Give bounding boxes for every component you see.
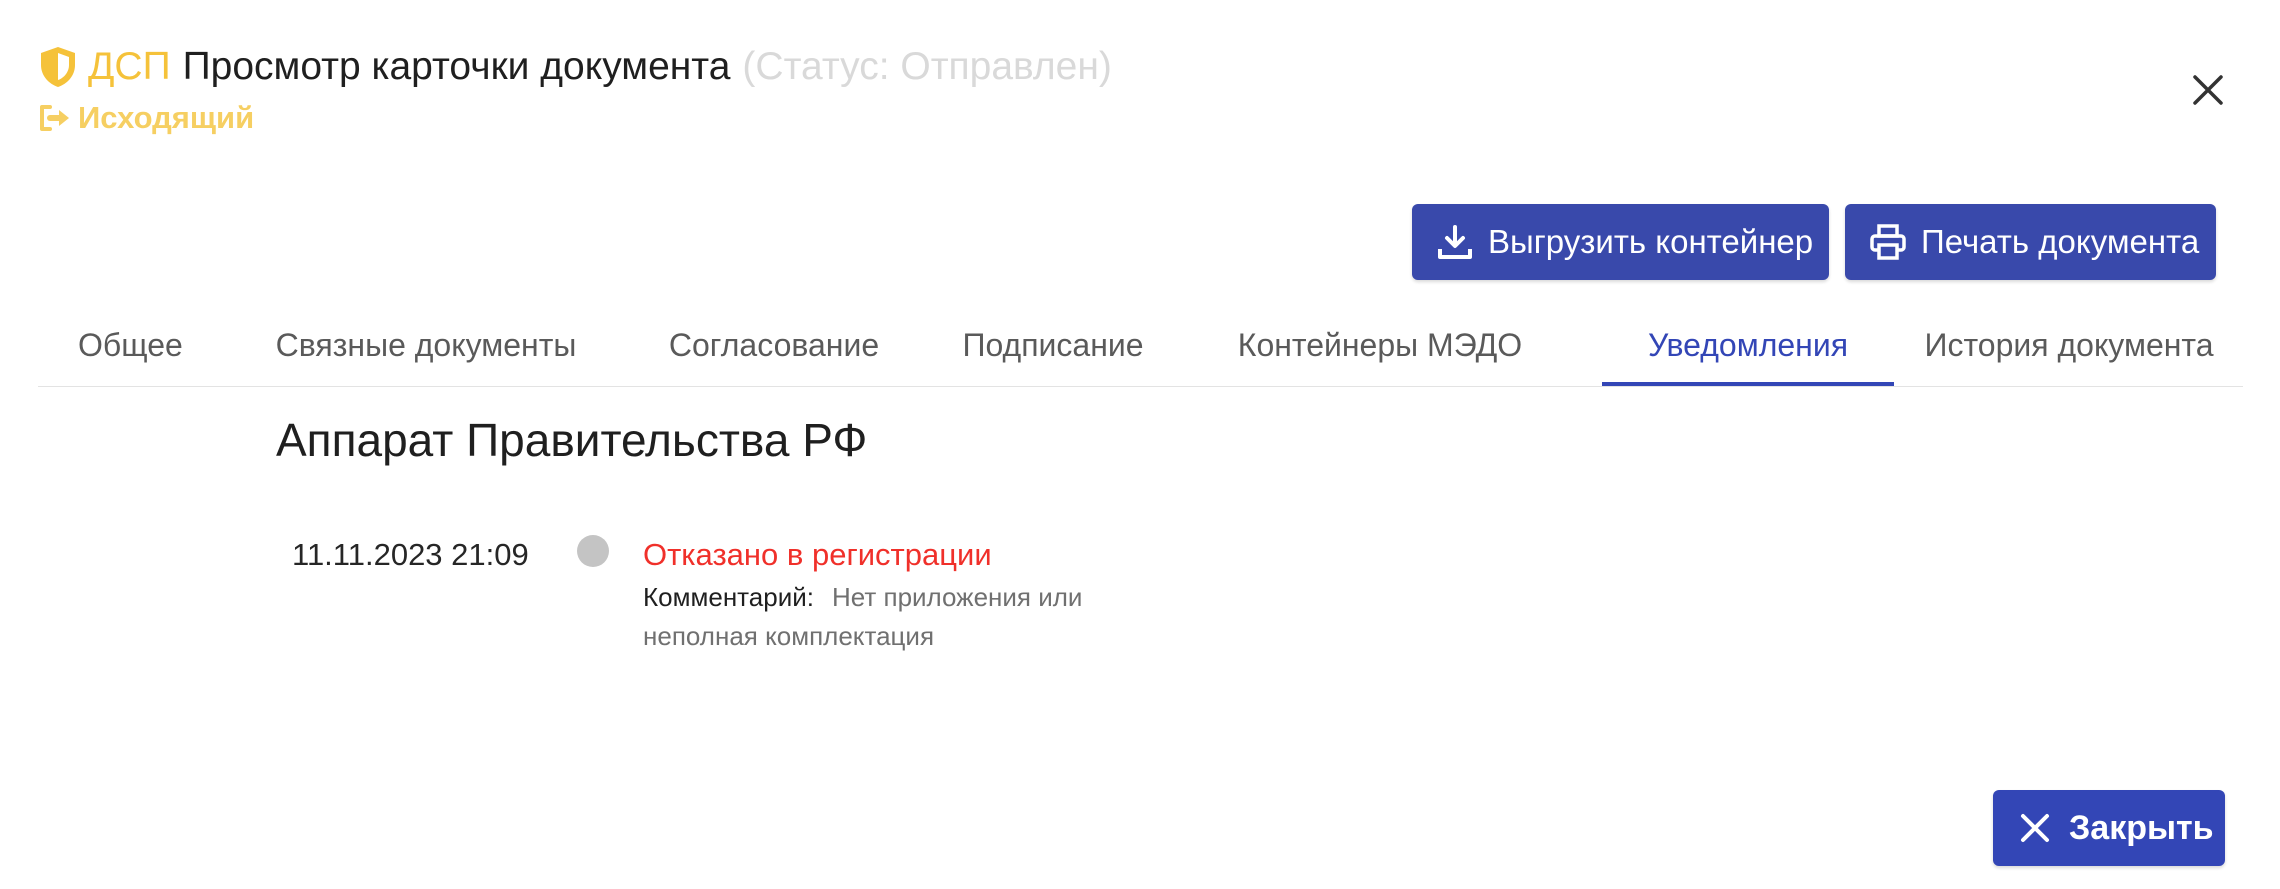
close-button-label: Закрыть [2069,808,2214,847]
comment-label: Комментарий: [643,582,814,612]
close-icon[interactable] [2190,72,2226,108]
direction-label: Исходящий [78,100,255,135]
document-status: (Статус: Отправлен) [742,45,1112,88]
classification-label: ДСП [88,45,171,88]
close-button[interactable]: Закрыть [1993,790,2225,866]
active-tab-indicator [1602,382,1894,386]
shield-icon [38,45,78,89]
tab-signing[interactable]: Подписание [958,310,1148,386]
export-container-label: Выгрузить контейнер [1488,223,1814,260]
print-document-label: Печать документа [1921,223,2200,260]
notification-comment: Комментарий: Нет приложения или неполная … [643,578,1083,656]
tab-medo-containers[interactable]: Контейнеры МЭДО [1230,310,1530,386]
export-container-button[interactable]: Выгрузить контейнер [1412,204,1829,280]
tab-related-documents[interactable]: Связные документы [264,310,588,386]
download-icon [1436,223,1474,261]
outgoing-arrow-icon [38,103,72,133]
page-title: Просмотр карточки документа [182,45,731,88]
tab-notifications[interactable]: Уведомления [1602,310,1894,386]
tab-general[interactable]: Общее [78,310,183,386]
document-card-dialog: ДСП Просмотр карточки документа (Статус:… [0,0,2280,889]
document-direction: Исходящий [38,98,254,138]
tab-document-history[interactable]: История документа [1894,310,2244,386]
printer-icon [1869,223,1907,261]
organization-title: Аппарат Правительства РФ [276,414,868,466]
notification-datetime: 11.11.2023 21:09 [292,537,529,572]
dialog-title: ДСП Просмотр карточки документа (Статус:… [38,40,1112,94]
print-document-button[interactable]: Печать документа [1845,204,2216,280]
close-icon [2019,812,2051,844]
notification-status: Отказано в регистрации [643,537,992,572]
tab-bar: Общее Связные документы Согласование Под… [38,310,2243,387]
tab-approval[interactable]: Согласование [664,310,884,386]
timeline-dot [577,535,609,567]
